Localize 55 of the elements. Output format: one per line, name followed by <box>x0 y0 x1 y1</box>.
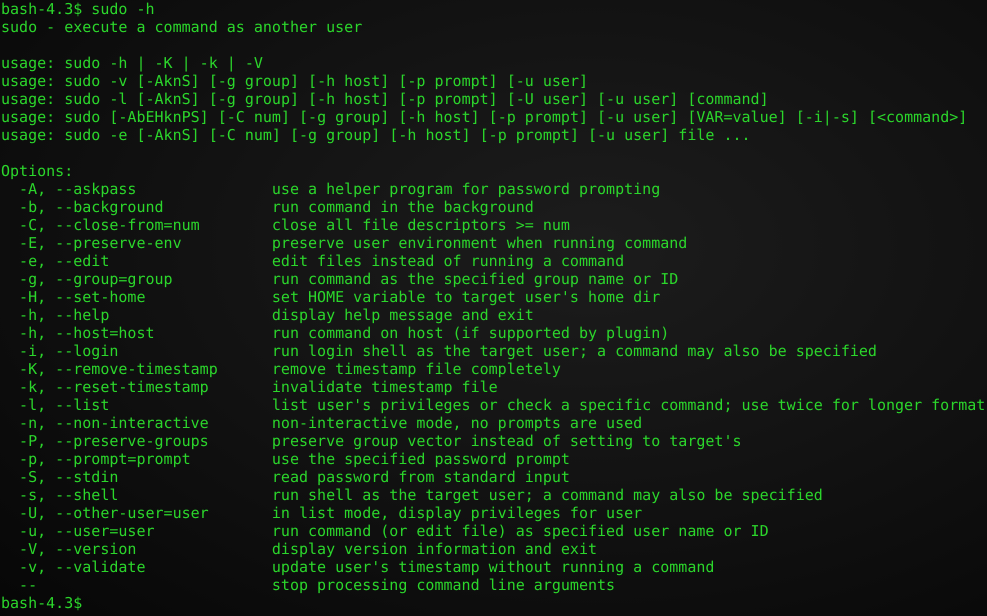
option-name: -n, --non-interactive <box>19 414 209 432</box>
option-description: display version information and exit <box>272 540 598 558</box>
option-description: close all file descriptors >= num <box>272 216 570 234</box>
terminal-output-line: usage: sudo -l [-AknS] [-g group] [-h host] [-p prompt] [-U user] [-u user] [command] <box>1 90 769 108</box>
option-name: -C, --close-from=num <box>19 216 200 234</box>
option-name: -h, --help <box>19 306 110 324</box>
option-description: preserve user environment when running command <box>272 234 688 252</box>
option-description: run command (or edit file) as specified user name or ID <box>272 522 769 540</box>
option-name: -i, --login <box>19 342 118 360</box>
option-name: -u, --user=user <box>19 522 155 540</box>
option-description: list user's privileges or check a specific command; use twice for longer format <box>272 396 986 414</box>
option-description: non-interactive mode, no prompts are used <box>272 414 642 432</box>
option-description: run command in the background <box>272 198 534 216</box>
option-description: run command as the specified group name or ID <box>272 270 678 288</box>
terminal-output-line: usage: sudo -e [-AknS] [-C num] [-g group] [-h host] [-p prompt] [-u user] file ... <box>1 126 751 144</box>
option-description: stop processing command line arguments <box>272 576 616 594</box>
option-name: -- <box>19 576 38 594</box>
option-description: preserve group vector instead of setting to target's <box>272 432 742 450</box>
option-description: display help message and exit <box>272 306 534 324</box>
option-description: run command on host (if supported by plugin) <box>272 324 670 342</box>
option-description: use a helper program for password prompting <box>272 180 660 198</box>
option-name: -b, --background <box>19 198 164 216</box>
option-name: -s, --shell <box>19 486 118 504</box>
option-name: -e, --edit <box>19 252 110 270</box>
option-description: read password from standard input <box>272 468 570 486</box>
option-description: in list mode, display privileges for user <box>272 504 642 522</box>
option-name: -l, --list <box>19 396 110 414</box>
option-description: use the specified password prompt <box>272 450 570 468</box>
terminal-output-line: usage: sudo -h | -K | -k | -V <box>1 54 263 72</box>
option-name: -P, --preserve-groups <box>19 432 209 450</box>
option-name: -k, --reset-timestamp <box>19 378 209 396</box>
option-name: -g, --group=group <box>19 270 173 288</box>
option-name: -H, --set-home <box>19 288 146 306</box>
option-name: -h, --host=host <box>19 324 155 342</box>
option-description: update user's timestamp without running a command <box>272 558 714 576</box>
option-description: run shell as the target user; a command may also be specified <box>272 486 823 504</box>
option-name: -U, --other-user=user <box>19 504 209 522</box>
terminal-output-line: usage: sudo [-AbEHknPS] [-C num] [-g group] [-h host] [-p prompt] [-u user] [VAR=value] [-i|-s] [<command>] <box>1 108 968 126</box>
terminal-output-line: bash-4.3$ <box>1 594 82 612</box>
option-name: -E, --preserve-env <box>19 234 182 252</box>
option-description: edit files instead of running a command <box>272 252 624 270</box>
option-name: -A, --askpass <box>19 180 136 198</box>
terminal-output-line: sudo - execute a command as another user <box>1 18 362 36</box>
terminal-output-line: usage: sudo -v [-AknS] [-g group] [-h host] [-p prompt] [-u user] <box>1 72 588 90</box>
option-description: remove timestamp file completely <box>272 360 561 378</box>
option-name: -p, --prompt=prompt <box>19 450 191 468</box>
option-name: -K, --remove-timestamp <box>19 360 218 378</box>
option-name: -S, --stdin <box>19 468 118 486</box>
option-name: -V, --version <box>19 540 136 558</box>
option-description: set HOME variable to target user's home dir <box>272 288 660 306</box>
option-description: invalidate timestamp file <box>272 378 498 396</box>
terminal-output-line: bash-4.3$ sudo -h <box>1 0 155 18</box>
option-name: -v, --validate <box>19 558 146 576</box>
terminal-output-line: Options: <box>1 162 74 180</box>
option-description: run login shell as the target user; a command may also be specified <box>272 342 877 360</box>
